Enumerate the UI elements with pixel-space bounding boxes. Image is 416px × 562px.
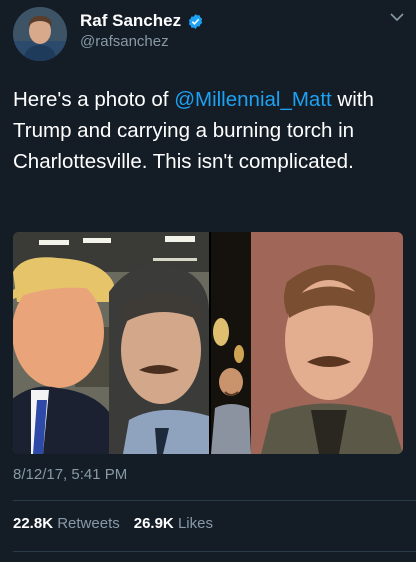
display-name[interactable]: Raf Sanchez: [80, 11, 181, 31]
divider: [13, 500, 416, 501]
tweet-text: Here's a photo of @Millennial_Matt with …: [13, 84, 405, 177]
closeup-photo[interactable]: [251, 232, 403, 454]
retweets-stat[interactable]: 22.8K Retweets: [13, 515, 120, 532]
likes-stat[interactable]: 26.9K Likes: [134, 515, 213, 532]
retweets-label: Retweets: [57, 515, 120, 532]
tweet-text-start: Here's a photo of: [13, 88, 175, 111]
verified-badge-icon: [188, 13, 203, 29]
mention-link[interactable]: @Millennial_Matt: [174, 88, 332, 111]
selfie-photo[interactable]: [13, 232, 209, 454]
retweets-count: 22.8K: [13, 515, 54, 532]
user-handle[interactable]: @rafsanchez: [80, 33, 169, 50]
tweet-media[interactable]: [13, 232, 403, 454]
divider: [13, 551, 416, 552]
tweet-timestamp[interactable]: 8/12/17, 5:41 PM: [13, 466, 127, 483]
chevron-down-icon[interactable]: [390, 12, 404, 22]
likes-count: 26.9K: [133, 515, 174, 532]
likes-label: Likes: [177, 515, 213, 532]
torch-rally-photo[interactable]: [211, 232, 251, 454]
engagement-stats: 22.8K Retweets 26.9K Likes: [13, 515, 213, 532]
tweet-header: Raf Sanchez @rafsanchez: [0, 0, 416, 70]
avatar[interactable]: [13, 7, 67, 61]
